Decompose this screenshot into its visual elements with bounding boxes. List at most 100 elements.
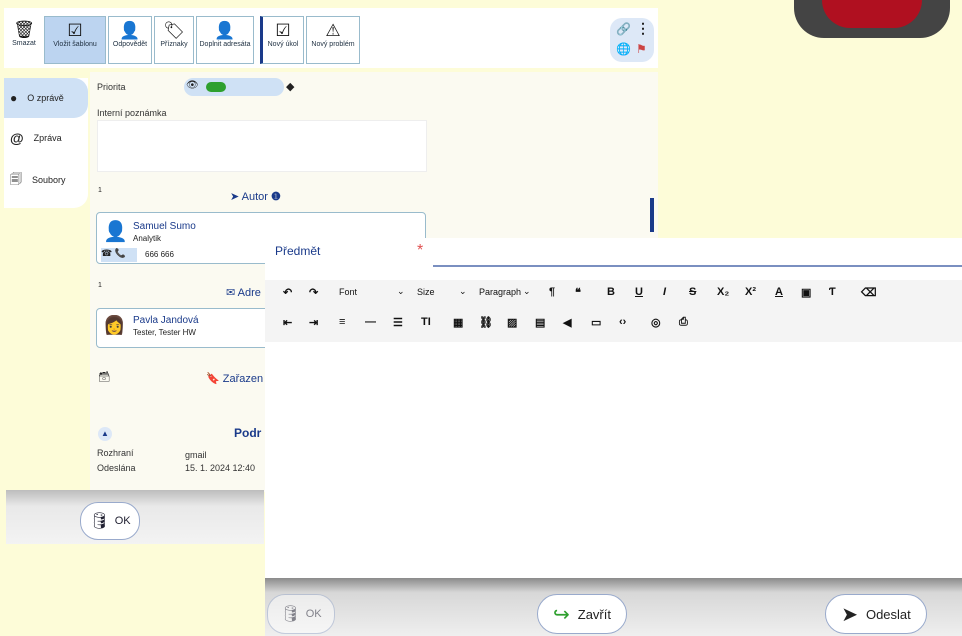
template-label: Vložit šablonu	[53, 41, 97, 48]
more-icon[interactable]: ⋮	[636, 20, 650, 37]
delete-button[interactable]: 🗑 Smazat	[6, 16, 42, 64]
close-button[interactable]: ↪ Zavřít	[537, 594, 627, 634]
database-sync-icon: 🛢	[280, 606, 301, 623]
size-select[interactable]: Size	[417, 287, 435, 297]
strike-icon[interactable]: S	[689, 286, 696, 298]
sidebar-item-about[interactable]: ● O zprávě	[4, 78, 88, 118]
person-add-icon: 👤	[214, 21, 236, 40]
share-icon: ↪	[553, 603, 570, 626]
chevron-down-icon[interactable]: ⌄	[459, 286, 467, 297]
addressee-count: 1	[98, 282, 102, 289]
audio-icon[interactable]: ◀	[563, 316, 571, 329]
subject-label: Předmět	[275, 244, 321, 258]
details-title: Podr	[234, 426, 262, 440]
problem-label: Nový problém	[311, 41, 355, 48]
diamond-icon: ◆	[286, 81, 295, 93]
interface-value: gmail	[185, 450, 207, 460]
list-icon[interactable]: ☰	[393, 316, 403, 329]
logo-badge	[794, 0, 950, 38]
tag-icon: 🏷	[163, 21, 185, 40]
font-select[interactable]: Font	[339, 287, 357, 297]
sent-label: Odeslána	[97, 463, 136, 473]
back-footer: 🛢 OK	[6, 490, 264, 544]
priority-toggle[interactable]	[206, 82, 226, 92]
insert-template-button[interactable]: ☑ Vložit šablonu	[44, 16, 106, 64]
sidebar-item-message[interactable]: @ Zpráva	[4, 118, 88, 158]
clear-text-icon[interactable]: Ƭ	[829, 286, 836, 298]
redo-icon[interactable]: ↷	[309, 286, 318, 299]
sidebar-item-label: Zpráva	[33, 133, 62, 143]
toolbar: 🗑 Smazat ☑ Vložit šablonu 👤 Odpovědět 🏷 Příz…	[4, 8, 658, 68]
avatar: 👤	[103, 221, 128, 243]
send-button[interactable]: ➤ Odeslat	[825, 594, 927, 634]
hr-icon[interactable]: —	[365, 316, 376, 328]
category-tag-icon: 🔖	[206, 373, 220, 385]
paragraph-select[interactable]: Paragraph	[479, 287, 521, 297]
quote-icon[interactable]: ❝	[575, 286, 581, 299]
pilcrow-icon[interactable]: ¶	[549, 286, 555, 298]
new-problem-button[interactable]: ⚠ Nový problém	[306, 16, 360, 64]
undo-icon[interactable]: ↶	[283, 286, 292, 299]
addressee-title: Adre	[237, 287, 261, 299]
scroll-indicator[interactable]	[650, 198, 654, 232]
reply-label: Odpovědět	[112, 41, 148, 48]
superscript-icon[interactable]: X²	[745, 286, 756, 298]
flag-icon[interactable]: ⚑	[636, 42, 647, 56]
ok-button[interactable]: 🛢 OK	[267, 594, 335, 634]
outdent-icon[interactable]: ⇤	[283, 316, 292, 329]
subject-input[interactable]	[433, 265, 962, 267]
link-icon[interactable]: 🔗	[616, 22, 631, 36]
editor-toolbar-row2: ⇤ ⇥ ≡ — ☰ TI ▦ ⛓ ▨ ▤ ◀ ▭ ‹› ◎ ⎙	[265, 308, 962, 342]
ok-label: OK	[305, 608, 322, 620]
mail-icon: ✉	[226, 287, 236, 299]
template-icon: ☑	[67, 21, 83, 40]
image-icon[interactable]: ▨	[507, 316, 517, 329]
highlight-icon[interactable]: ▣	[801, 286, 811, 299]
priority-label: Priorita	[97, 82, 126, 92]
trash-icon: 🗑	[13, 20, 35, 39]
author-title: Autor	[241, 191, 268, 203]
align-icon[interactable]: ≡	[339, 316, 345, 328]
send-label: Odeslat	[865, 606, 911, 622]
bold-icon[interactable]: B	[607, 286, 615, 298]
author-phone: 666 666	[145, 250, 174, 259]
phone-icon[interactable]: ☎ 📞	[101, 248, 137, 262]
chevron-down-icon[interactable]: ⌄	[523, 286, 531, 297]
interface-label: Rozhraní	[97, 448, 134, 458]
flags-button[interactable]: 🏷 Příznaky	[154, 16, 194, 64]
subscript-icon[interactable]: X₂	[717, 286, 729, 298]
ok-label: OK	[114, 515, 131, 527]
code-view-icon[interactable]: ‹›	[619, 316, 626, 328]
preview-icon[interactable]: ◎	[651, 316, 661, 329]
video-icon[interactable]: ▤	[535, 316, 545, 329]
author-count: 1	[98, 187, 102, 194]
logo-mark	[822, 0, 922, 28]
database-sync-icon: 🛢	[89, 513, 110, 530]
eye-icon: 👁	[186, 80, 199, 91]
text-color-icon[interactable]: A	[775, 286, 783, 298]
font-size-icon[interactable]: TI	[421, 316, 431, 328]
sidebar-item-files[interactable]: 🗐 Soubory	[4, 160, 88, 200]
globe-icon[interactable]: 🌐	[616, 42, 631, 56]
template-icon[interactable]: ▭	[591, 316, 601, 329]
at-icon: @	[10, 130, 24, 146]
author-name: Samuel Sumo	[133, 221, 196, 232]
collapse-icon[interactable]: ▲	[98, 427, 112, 441]
underline-icon[interactable]: U	[635, 286, 643, 298]
link-icon[interactable]: ⛓	[479, 316, 493, 329]
priority-control[interactable]: 👁	[184, 78, 284, 96]
internal-note-field[interactable]	[97, 120, 427, 172]
delete-label: Smazat	[12, 40, 36, 47]
new-task-button[interactable]: ☑ Nový úkol	[260, 16, 304, 64]
problem-icon: ⚠	[325, 21, 341, 40]
ok-button[interactable]: 🛢 OK	[80, 502, 140, 540]
indent-icon[interactable]: ⇥	[309, 316, 318, 329]
editor-body[interactable]	[265, 342, 962, 578]
table-icon[interactable]: ▦	[453, 316, 463, 329]
add-addressee-button[interactable]: 👤 Doplnit adresáta	[196, 16, 254, 64]
eraser-icon[interactable]: ⌫	[861, 286, 877, 299]
chevron-down-icon[interactable]: ⌄	[397, 286, 405, 297]
italic-icon[interactable]: I	[663, 286, 666, 298]
reply-button[interactable]: 👤 Odpovědět	[108, 16, 152, 64]
print-icon[interactable]: ⎙	[679, 316, 688, 329]
